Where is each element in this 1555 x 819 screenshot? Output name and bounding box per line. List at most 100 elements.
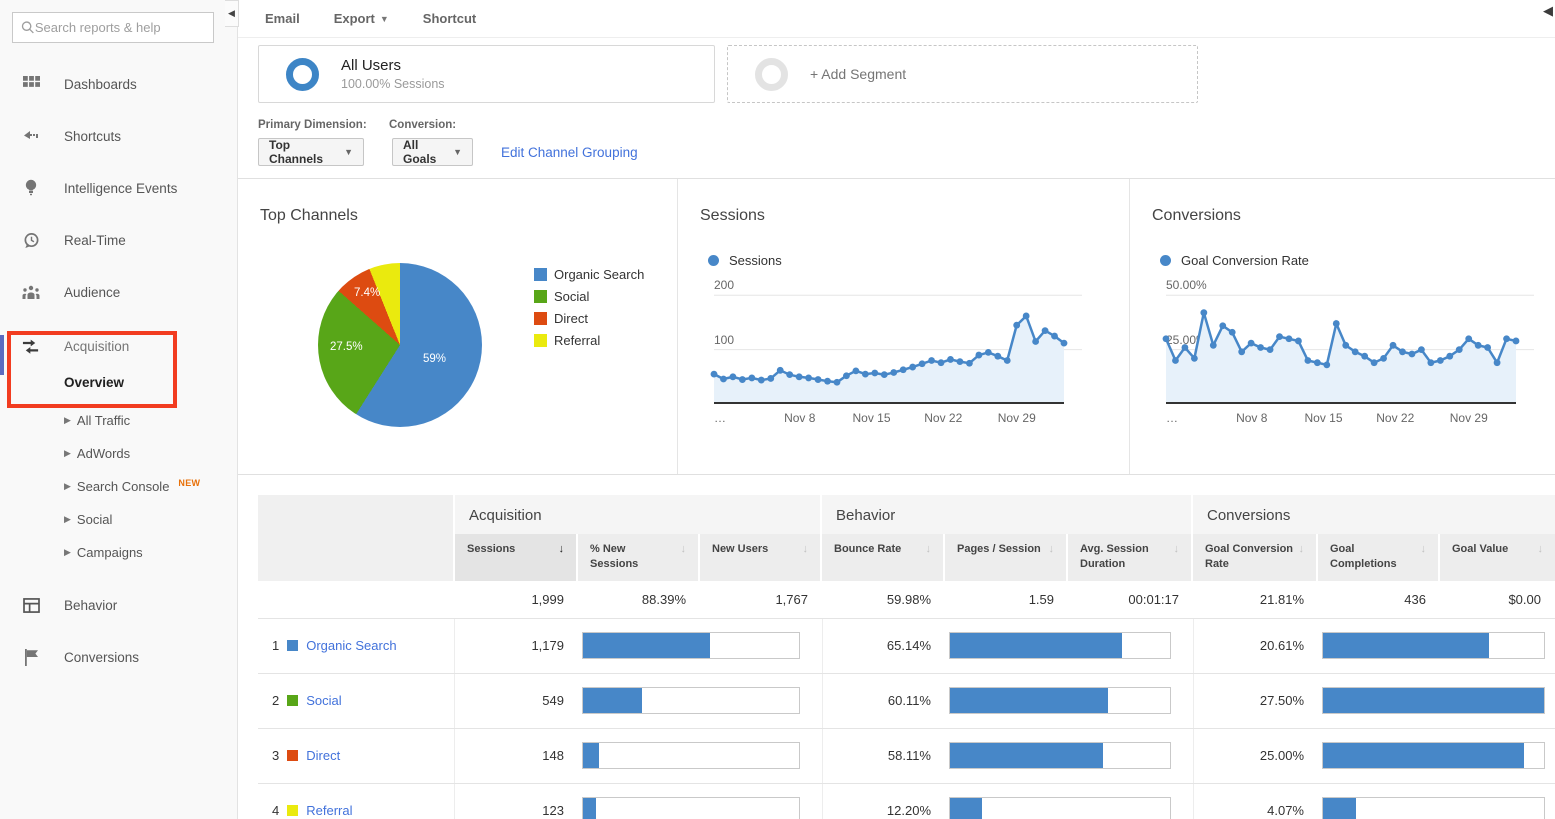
goal-rate-bar — [1323, 633, 1489, 658]
sidebar-item-shortcuts[interactable]: Shortcuts — [0, 110, 237, 162]
bar-track — [582, 797, 800, 819]
sessions-section: Sessions Sessions 200100 …Nov 8Nov 15Nov… — [678, 179, 1130, 474]
table-totals-row: 1,999 88.39% 1,767 59.98% 1.59 00:01:17 … — [258, 581, 1555, 619]
column-header-new-sessions[interactable]: % New Sessions↓ — [578, 534, 700, 581]
sidebar-item-all-traffic[interactable]: ▶All Traffic — [64, 404, 237, 437]
pie-legend: Organic SearchSocialDirectReferral — [534, 267, 644, 348]
channel-swatch-icon — [287, 805, 298, 816]
bar-track — [1322, 797, 1545, 819]
channel-link[interactable]: Direct — [306, 748, 340, 763]
channel-swatch-icon — [287, 695, 298, 706]
sort-desc-icon: ↓ — [559, 542, 565, 573]
edit-channel-grouping-link[interactable]: Edit Channel Grouping — [501, 145, 638, 160]
sidebar-collapse-button[interactable]: ◀ — [225, 0, 239, 27]
shortcut-button[interactable]: Shortcut — [423, 11, 476, 26]
goal-bar-cell — [1318, 687, 1555, 714]
channel-link[interactable]: Organic Search — [306, 638, 396, 653]
conversion-dropdown[interactable]: All Goals▼ — [392, 138, 473, 166]
goal-rate-bar — [1323, 798, 1356, 819]
channels-table: Acquisition Behavior Conversions Session… — [258, 495, 1555, 819]
bounce-bar — [950, 798, 982, 819]
sessions-x-axis: …Nov 8Nov 15Nov 22Nov 29 — [714, 411, 1064, 427]
bounce-bar — [950, 633, 1122, 658]
sidebar-nav: Dashboards Shortcuts Intelligence Events… — [0, 58, 237, 683]
goal-rate-value: 20.61% — [1193, 619, 1318, 673]
pie-slice-label: 27.5% — [330, 341, 363, 353]
layout-icon — [22, 596, 40, 614]
panel-collapse-icon[interactable]: ◀ — [1543, 3, 1553, 19]
table-body: 1Organic Search1,17965.14%20.61%2Social5… — [258, 619, 1555, 819]
table-row: 1Organic Search1,17965.14%20.61% — [258, 619, 1555, 674]
sidebar-item-conversions[interactable]: Conversions — [0, 631, 237, 683]
sidebar-item-intelligence-events[interactable]: Intelligence Events — [0, 162, 237, 214]
sidebar-item-adwords[interactable]: ▶AdWords — [64, 437, 237, 470]
conversions-x-axis: …Nov 8Nov 15Nov 22Nov 29 — [1166, 411, 1516, 427]
sessions-bar — [583, 633, 710, 658]
x-axis-label: Nov 29 — [998, 411, 1036, 425]
email-button[interactable]: Email — [265, 11, 300, 26]
column-header-bounce-rate[interactable]: Bounce Rate↓ — [822, 534, 945, 581]
chevron-down-icon: ▼ — [344, 147, 353, 157]
pie-slice-label: 7.4% — [354, 287, 380, 299]
total-goal-rate: 21.81% — [1193, 581, 1318, 619]
channel-link[interactable]: Social — [306, 693, 341, 708]
bounce-bar-cell — [945, 687, 1193, 714]
report-toolbar: Email Export▼ Shortcut — [238, 0, 1555, 38]
sidebar-item-dashboards[interactable]: Dashboards — [0, 58, 237, 110]
sidebar-item-label: Acquisition — [64, 339, 129, 354]
sidebar-item-real-time[interactable]: Real-Time — [0, 214, 237, 266]
sidebar-item-search-console[interactable]: ▶Search ConsoleNEW — [64, 470, 237, 503]
sessions-value: 549 — [455, 693, 578, 708]
sidebar-item-behavior[interactable]: Behavior — [0, 579, 237, 631]
bar-track — [582, 742, 800, 769]
overview-charts-panel: Top Channels 59% 27.5% 7.4% Organic Sear… — [238, 178, 1555, 475]
bar-track — [582, 632, 800, 659]
column-header-avg-duration[interactable]: Avg. Session Duration↓ — [1068, 534, 1193, 581]
export-button[interactable]: Export▼ — [334, 11, 389, 26]
primary-dimension-dropdown[interactable]: Top Channels▼ — [258, 138, 364, 166]
expand-triangle-icon: ▶ — [64, 481, 71, 492]
total-new-users: 1,767 — [700, 581, 822, 619]
add-segment-button[interactable]: + Add Segment — [727, 45, 1198, 103]
realtime-clock-icon — [22, 231, 40, 249]
sidebar-item-label: Behavior — [64, 598, 117, 613]
channel-swatch-icon — [287, 750, 298, 761]
primary-dimension-label: Primary Dimension: — [258, 119, 389, 131]
column-header-goal-completions[interactable]: Goal Completions↓ — [1318, 534, 1440, 581]
sidebar-item-label: Audience — [64, 285, 120, 300]
segment-all-users[interactable]: All Users 100.00% Sessions — [258, 45, 715, 103]
group-header-behavior: Behavior — [822, 495, 1193, 534]
sidebar-item-acquisition[interactable]: Acquisition — [0, 318, 237, 363]
group-header-conversions: Conversions — [1193, 495, 1555, 534]
table-group-header: Acquisition Behavior Conversions Session… — [258, 495, 1555, 581]
search-box[interactable] — [12, 12, 214, 43]
sort-icon: ↓ — [803, 542, 809, 573]
column-header-goal-value[interactable]: Goal Value↓ — [1440, 534, 1555, 581]
sidebar-item-overview[interactable]: Overview — [0, 363, 237, 404]
report-controls: Primary Dimension: Conversion: Top Chann… — [238, 113, 1555, 166]
search-input[interactable] — [35, 20, 205, 35]
x-axis-label: … — [714, 411, 726, 425]
channel-link[interactable]: Referral — [306, 803, 352, 818]
sidebar-item-social[interactable]: ▶Social — [64, 503, 237, 536]
sort-icon: ↓ — [1299, 542, 1305, 573]
column-header-goal-rate[interactable]: Goal Conversion Rate↓ — [1193, 534, 1318, 581]
top-channels-pie-chart: 59% 27.5% 7.4% — [318, 263, 482, 427]
row-rank: 4 — [272, 803, 279, 818]
column-header-sessions[interactable]: Sessions↓ — [455, 534, 578, 581]
bounce-rate-value: 12.20% — [822, 784, 945, 819]
expand-triangle-icon: ▶ — [64, 514, 71, 525]
chart-title: Sessions — [678, 179, 1129, 225]
legend-item: Referral — [534, 333, 644, 348]
x-axis-label: Nov 15 — [852, 411, 890, 425]
sidebar-item-audience[interactable]: Audience — [0, 266, 237, 318]
column-header-pages-session[interactable]: Pages / Session↓ — [945, 534, 1068, 581]
sessions-bar-cell — [578, 632, 822, 659]
add-segment-label: + Add Segment — [810, 66, 906, 82]
bounce-bar — [950, 688, 1108, 713]
column-header-new-users[interactable]: New Users↓ — [700, 534, 822, 581]
legend-swatch-icon — [534, 268, 547, 281]
sessions-value: 148 — [455, 748, 578, 763]
sidebar-item-campaigns[interactable]: ▶Campaigns — [64, 536, 237, 569]
channel-cell: 1Organic Search — [258, 619, 455, 673]
